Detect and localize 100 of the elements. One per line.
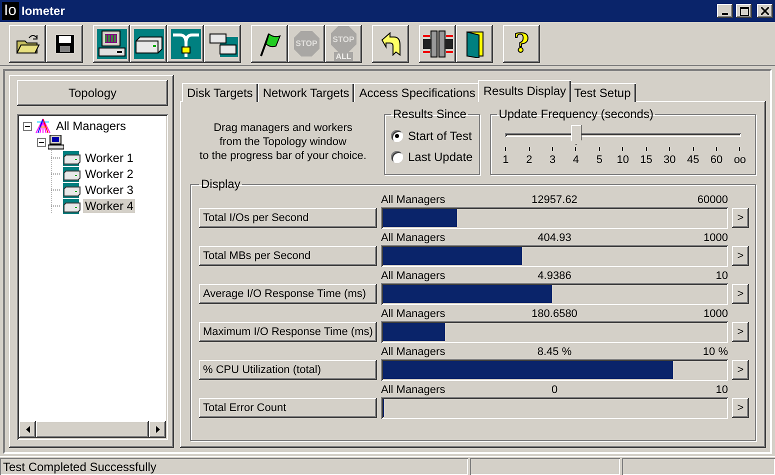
toolbar-button[interactable]	[204, 24, 241, 62]
max-label: 1000	[702, 308, 728, 321]
radio-label: Start of Test	[408, 128, 472, 142]
max-label: 10	[714, 270, 728, 283]
group-title: Update Frequency (seconds)	[498, 107, 654, 121]
progress-bar[interactable]	[381, 321, 728, 343]
tab[interactable]: Network Targets	[258, 83, 354, 102]
tree-item[interactable]: Worker 2	[83, 167, 136, 181]
tree-item[interactable]: Worker 4	[83, 199, 136, 213]
toolbar-button[interactable]	[251, 24, 288, 62]
metric-button[interactable]: Total Error Count	[199, 398, 377, 418]
radio-option[interactable]: Start of Test	[391, 125, 473, 146]
tree-toggle[interactable]	[37, 138, 46, 146]
progress-bar[interactable]	[381, 359, 728, 381]
drive-icon	[63, 166, 81, 182]
minimize-button[interactable]	[717, 4, 733, 18]
metric-button[interactable]: Total MBs per Second	[199, 246, 377, 266]
value-label: 404.93	[538, 232, 572, 245]
scroll-left-button[interactable]	[19, 421, 36, 438]
slider-thumb[interactable]	[570, 125, 582, 145]
door-icon	[464, 30, 484, 58]
close-icon	[761, 7, 769, 15]
target-label: All Managers	[381, 384, 446, 397]
more-button[interactable]: >	[732, 208, 749, 228]
scroll-right-button[interactable]	[149, 421, 166, 438]
metric-button[interactable]: % CPU Utilization (total)	[199, 360, 377, 380]
minus-icon	[39, 140, 44, 144]
open-folder-icon	[14, 32, 40, 54]
drive-icon	[134, 28, 164, 58]
tab[interactable]: Access Specifications	[354, 83, 480, 102]
horizontal-scrollbar[interactable]	[19, 421, 166, 438]
target-label: All Managers	[381, 232, 446, 245]
target-label: All Managers	[381, 346, 446, 359]
more-button[interactable]: >	[732, 322, 749, 342]
metric-button[interactable]: Average I/O Response Time (ms)	[199, 284, 377, 304]
metric-button[interactable]: Maximum I/O Response Time (ms)	[199, 322, 377, 342]
more-button[interactable]: >	[732, 398, 749, 418]
window-title: Iometer	[22, 4, 66, 18]
value-label: 8.45 %	[537, 346, 572, 359]
maximize-button[interactable]	[736, 4, 752, 18]
toolbar-button[interactable]	[9, 24, 46, 62]
tree-item[interactable]: Worker 1	[83, 151, 136, 165]
drives-icon	[208, 30, 238, 56]
tick-label: 5	[596, 154, 602, 166]
left-arrow-icon	[26, 426, 30, 433]
tree-toggle[interactable]	[23, 122, 32, 130]
scroll-thumb[interactable]	[36, 421, 149, 438]
drive-icon	[63, 198, 81, 214]
more-button[interactable]: >	[732, 246, 749, 266]
toolbar-button[interactable]	[130, 24, 167, 62]
max-label: 10	[714, 384, 728, 397]
tick-label: 4	[572, 154, 580, 166]
more-button[interactable]: >	[732, 284, 749, 304]
tick-label: 3	[550, 154, 556, 166]
tree-item[interactable]: All Managers	[54, 119, 128, 133]
target-label: All Managers	[381, 194, 446, 207]
drive-icon	[63, 182, 81, 198]
close-button[interactable]	[757, 4, 773, 18]
progress-bar[interactable]	[381, 245, 728, 267]
value-label: 12957.62	[532, 194, 578, 207]
tick-label: 15	[640, 154, 652, 166]
question-mark-icon: ?	[514, 28, 530, 58]
instruction-text: Drag managers and workers from the Topology window to the progress bar of your choice.	[198, 121, 368, 164]
more-button[interactable]: >	[732, 360, 749, 380]
computer-icon	[96, 28, 126, 58]
progress-bar[interactable]	[381, 283, 728, 305]
tab[interactable]: Test Setup	[569, 83, 636, 102]
toolbar-button[interactable]	[419, 24, 456, 62]
max-label: 1000	[702, 232, 728, 245]
frequency-slider[interactable]	[504, 125, 741, 147]
radio-label: Last Update	[408, 150, 473, 164]
tree-connector	[51, 182, 61, 198]
radio-option[interactable]: Last Update	[391, 146, 473, 167]
plugs-apart-icon	[422, 28, 454, 58]
metric-button[interactable]: Total I/Os per Second	[199, 208, 377, 228]
panel-title: Topology	[17, 80, 168, 106]
toolbar-button[interactable]	[93, 24, 130, 62]
status-text: Test Completed Successfully	[0, 458, 468, 475]
progress-bar[interactable]	[381, 397, 728, 419]
radio-button[interactable]	[391, 150, 403, 162]
toolbar-button[interactable]	[46, 24, 83, 62]
radio-button[interactable]	[391, 130, 403, 142]
toolbar-button[interactable]	[456, 24, 493, 62]
value-label: 180.6580	[532, 308, 578, 321]
tree-connector	[51, 166, 61, 182]
drive-icon	[63, 150, 81, 166]
back-arrow-icon	[380, 32, 402, 56]
toolbar-button[interactable]	[167, 24, 204, 62]
tick-label: oo	[734, 154, 746, 166]
toolbar-button[interactable]	[372, 24, 409, 62]
tab[interactable]: Disk Targets	[182, 83, 258, 102]
tick-label: 2	[526, 154, 532, 166]
tree-item[interactable]: Worker 3	[83, 183, 136, 197]
tick-label: 10	[616, 154, 629, 166]
target-label: All Managers	[381, 270, 446, 283]
right-arrow-icon	[156, 426, 160, 433]
tab[interactable]: Results Display	[478, 80, 572, 102]
progress-bar[interactable]	[381, 207, 728, 229]
group-title: Results Since	[392, 107, 468, 121]
maximize-icon	[740, 6, 748, 16]
